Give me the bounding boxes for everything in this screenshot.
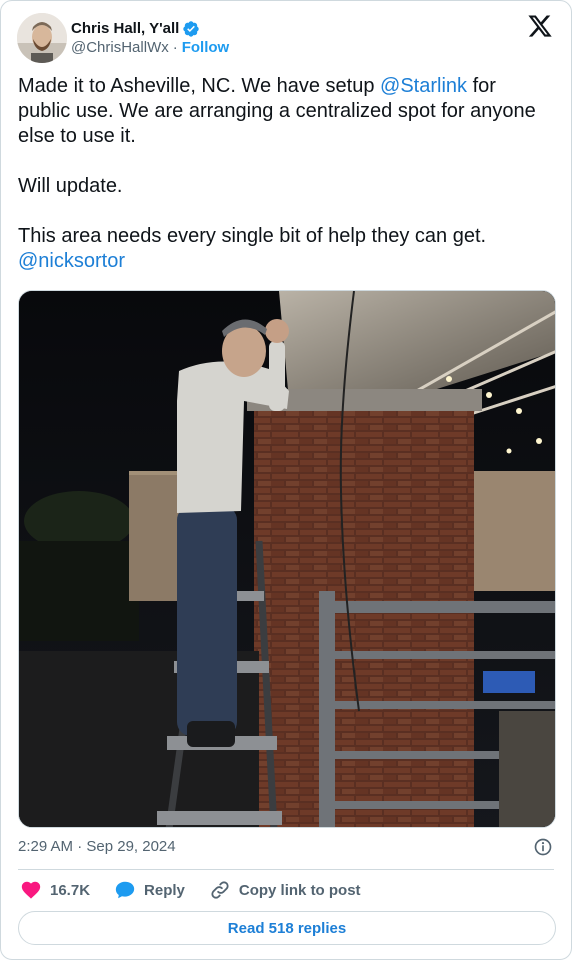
follow-button[interactable]: Follow [182,38,230,57]
mention-nicksortor-link[interactable]: @nicksortor [18,250,125,272]
author-info: Chris Hall, Y'all @ChrisHallWx · Follow [71,19,229,57]
author-avatar[interactable] [17,13,67,63]
x-logo-icon[interactable] [527,13,553,39]
post-text-part3: This area needs every single bit of help… [18,225,492,247]
reply-button[interactable]: Reply [114,879,185,901]
verified-badge-icon [183,20,200,37]
avatar-image [17,13,67,63]
like-count: 16.7K [50,881,91,899]
mention-starlink-link[interactable]: @Starlink [380,75,467,97]
photo-man-on-ladder-night [19,291,555,827]
author-name-row: Chris Hall, Y'all [71,19,229,38]
author-handle-row: @ChrisHallWx · Follow [71,38,229,57]
post-header: Chris Hall, Y'all @ChrisHallWx · Follow [17,13,557,63]
divider [18,869,554,870]
author-handle[interactable]: @ChrisHallWx [71,38,169,57]
post-text-part2: Will update. [18,175,123,197]
embedded-post-card: Chris Hall, Y'all @ChrisHallWx · Follow … [0,0,572,960]
heart-icon [21,881,41,899]
post-actions: 16.7K Reply Copy link to post [20,877,385,903]
reply-label: Reply [144,881,185,899]
handle-separator: · [172,39,178,56]
read-replies-button[interactable]: Read 518 replies [18,911,556,945]
info-icon[interactable] [533,837,553,857]
link-icon [211,881,229,899]
copy-link-label: Copy link to post [238,881,361,899]
post-timestamp[interactable]: 2:29 AM · Sep 29, 2024 [18,837,176,857]
like-button[interactable]: 16.7K [20,879,90,901]
post-photo[interactable] [18,290,556,828]
post-text-part1: Made it to Asheville, NC. We have setup [18,75,381,97]
post-text: Made it to Asheville, NC. We have setup … [18,74,538,274]
reply-bubble-icon [115,881,135,899]
author-name[interactable]: Chris Hall, Y'all [71,19,179,38]
copy-link-button[interactable]: Copy link to post [209,879,361,901]
